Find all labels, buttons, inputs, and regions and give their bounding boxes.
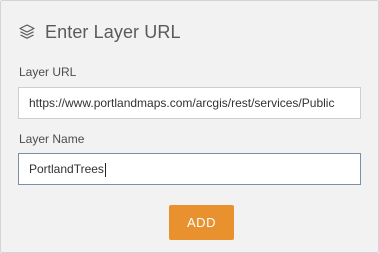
layer-name-value: PortlandTrees [29,162,104,176]
add-button[interactable]: ADD [169,205,234,240]
panel-header: Enter Layer URL [18,19,181,45]
layer-url-value: https://www.portlandmaps.com/arcgis/rest… [29,96,335,110]
layers-icon [18,23,36,41]
layer-name-input[interactable]: PortlandTrees [18,153,361,185]
layer-url-label: Layer URL [19,65,77,79]
panel-title: Enter Layer URL [45,21,181,42]
add-layer-panel: Enter Layer URL Layer URL https://www.po… [0,0,379,253]
text-caret [104,162,106,177]
layer-name-label: Layer Name [19,132,85,146]
layer-url-input[interactable]: https://www.portlandmaps.com/arcgis/rest… [18,87,361,119]
